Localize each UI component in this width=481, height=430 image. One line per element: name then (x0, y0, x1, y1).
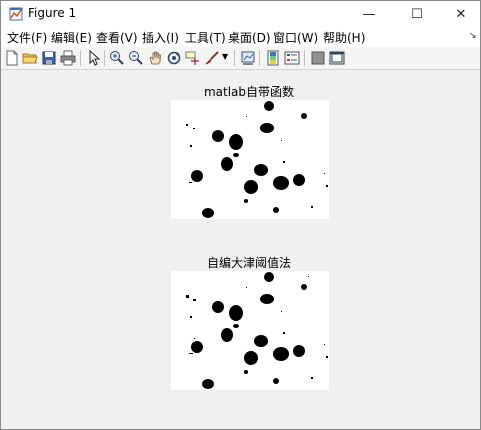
menu-help[interactable]: 帮助(H) (323, 29, 365, 46)
dock-arrow-icon[interactable]: ↘ (469, 31, 477, 41)
close-button[interactable]: ✕ (439, 1, 481, 27)
colorbar-icon[interactable] (265, 50, 281, 66)
rotate-3d-icon[interactable] (166, 50, 182, 66)
menu-view[interactable]: 查看(V) (96, 29, 138, 46)
open-folder-icon[interactable] (22, 50, 38, 66)
maximize-icon: ☐ (411, 6, 423, 22)
axes-title-top: matlab自带函数 (203, 85, 295, 99)
image-axes-top[interactable] (171, 100, 329, 219)
image-axes-bottom[interactable] (171, 271, 329, 390)
data-cursor-icon[interactable] (185, 50, 201, 66)
brush-dropdown-icon[interactable]: ▼ (222, 52, 228, 61)
zoom-in-icon[interactable] (109, 50, 125, 66)
pointer-icon[interactable] (86, 50, 102, 66)
title-bar: Figure 1 — ☐ ✕ (1, 1, 480, 27)
axes-title-bottom: 自编大津阈值法 (206, 256, 291, 270)
minimize-button[interactable]: — (347, 1, 391, 27)
binary-image-top (186, 101, 328, 218)
minimize-icon: — (362, 6, 376, 22)
figure-toolbar: ▼ (1, 47, 480, 70)
toolbar-separator (80, 50, 81, 66)
matlab-figure-icon (9, 7, 23, 21)
menu-edit[interactable]: 编辑(E) (51, 29, 92, 46)
menu-tools[interactable]: 工具(T) (185, 29, 226, 46)
close-icon: ✕ (455, 6, 467, 22)
toolbar-separator (259, 50, 260, 66)
menu-bar: 文件(F) 编辑(E) 查看(V) 插入(I) 工具(T) 桌面(D) 窗口(W… (1, 27, 480, 47)
zoom-out-icon[interactable] (128, 50, 144, 66)
brush-icon[interactable] (204, 50, 220, 66)
legend-icon[interactable] (284, 50, 300, 66)
menu-file[interactable]: 文件(F) (7, 29, 47, 46)
window-title: Figure 1 (28, 6, 77, 20)
menu-desktop[interactable]: 桌面(D) (228, 29, 271, 46)
toolbar-separator (104, 50, 105, 66)
hide-plot-tools-icon[interactable] (310, 50, 326, 66)
link-plot-icon[interactable] (240, 50, 256, 66)
save-icon[interactable] (41, 50, 57, 66)
menu-insert[interactable]: 插入(I) (142, 29, 179, 46)
new-file-icon[interactable] (4, 50, 20, 66)
figure-window: Figure 1 — ☐ ✕ 文件(F) 编辑(E) 查看(V) 插入(I) 工… (0, 0, 481, 430)
toolbar-separator (304, 50, 305, 66)
binary-image-bottom (186, 272, 328, 389)
maximize-button[interactable]: ☐ (395, 1, 439, 27)
print-icon[interactable] (60, 50, 76, 66)
menu-window[interactable]: 窗口(W) (273, 29, 318, 46)
pan-icon[interactable] (147, 50, 163, 66)
show-plot-tools-icon[interactable] (329, 50, 345, 66)
toolbar-separator (234, 50, 235, 66)
